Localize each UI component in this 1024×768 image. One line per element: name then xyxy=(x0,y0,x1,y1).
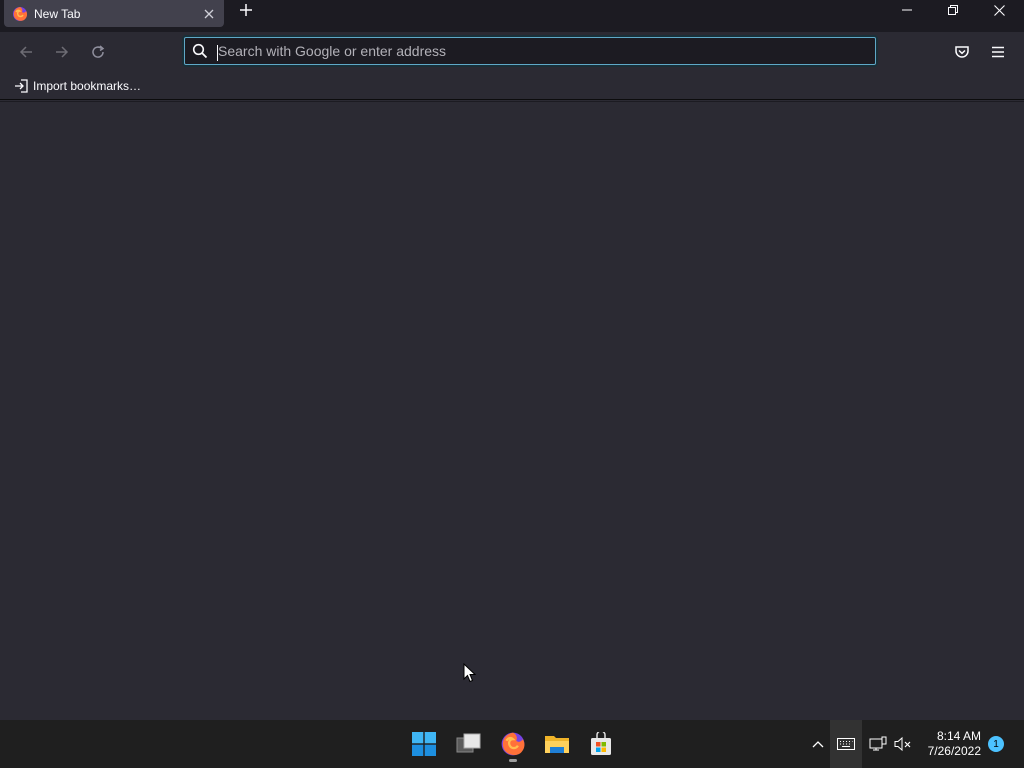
clock-time: 8:14 AM xyxy=(936,729,981,743)
arrow-right-icon xyxy=(56,46,69,58)
task-view-button[interactable] xyxy=(451,726,487,762)
mouse-cursor-icon xyxy=(463,663,476,683)
taskbar: 8:14 AM 7/26/2022 1 xyxy=(0,720,1024,768)
hamburger-menu-icon xyxy=(992,46,1004,58)
minimize-button[interactable] xyxy=(884,0,930,20)
running-indicator xyxy=(509,759,517,762)
text-caret xyxy=(217,45,218,61)
keyboard-icon xyxy=(837,738,855,750)
forward-button[interactable] xyxy=(50,40,74,64)
arrow-left-icon xyxy=(19,46,32,58)
pocket-button[interactable] xyxy=(950,40,974,64)
network-icon xyxy=(869,736,887,751)
taskbar-clock[interactable]: 8:14 AM 7/26/2022 xyxy=(928,729,981,759)
bookmarks-toolbar: Import bookmarks… xyxy=(0,72,1024,100)
microsoft-store-icon xyxy=(591,732,611,755)
tab-title: New Tab xyxy=(34,6,81,21)
close-window-button[interactable] xyxy=(976,0,1022,20)
firefox-icon xyxy=(501,732,525,756)
file-explorer-icon xyxy=(545,736,569,753)
windows-start-icon xyxy=(412,732,436,756)
search-icon xyxy=(192,43,208,59)
network-button[interactable] xyxy=(867,732,889,756)
back-button[interactable] xyxy=(14,40,38,64)
plus-icon xyxy=(240,4,252,16)
chevron-up-icon xyxy=(812,741,824,748)
url-bar[interactable] xyxy=(182,35,878,67)
page-content xyxy=(0,101,1024,720)
task-view-icon xyxy=(456,733,481,753)
new-tab-button[interactable] xyxy=(235,0,257,20)
taskbar-microsoft-store[interactable] xyxy=(583,726,619,762)
start-button[interactable] xyxy=(406,726,442,762)
import-bookmarks-label: Import bookmarks… xyxy=(33,79,142,93)
firefox-icon xyxy=(13,6,28,21)
notification-badge[interactable]: 1 xyxy=(988,736,1004,752)
app-menu-button[interactable] xyxy=(986,40,1010,64)
address-input[interactable] xyxy=(218,43,876,59)
nav-bar xyxy=(0,32,1024,72)
close-icon xyxy=(993,4,1005,16)
reload-button[interactable] xyxy=(86,40,110,64)
restore-button[interactable] xyxy=(930,0,976,20)
volume-button[interactable] xyxy=(892,732,914,756)
show-hidden-icons-button[interactable] xyxy=(808,732,828,756)
tab-new-tab[interactable]: New Tab xyxy=(4,0,224,27)
reload-icon xyxy=(92,45,105,58)
import-icon xyxy=(15,79,28,93)
import-bookmarks-button[interactable]: Import bookmarks… xyxy=(10,76,145,96)
restore-icon xyxy=(948,5,958,15)
volume-muted-icon xyxy=(894,736,911,752)
pocket-icon xyxy=(955,46,969,58)
taskbar-firefox[interactable] xyxy=(495,726,531,762)
clock-date: 7/26/2022 xyxy=(927,744,981,758)
taskbar-file-explorer[interactable] xyxy=(539,726,575,762)
close-icon[interactable] xyxy=(202,7,216,21)
tab-strip: New Tab xyxy=(0,0,1024,32)
touch-keyboard-button[interactable] xyxy=(830,720,862,768)
minimize-icon xyxy=(902,9,912,11)
